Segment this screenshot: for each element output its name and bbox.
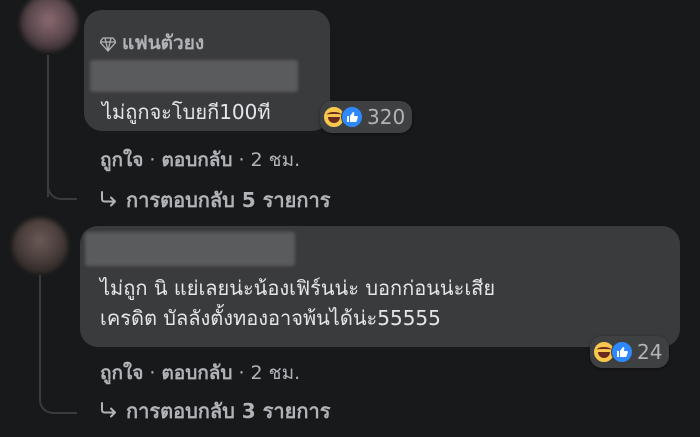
diamond-icon xyxy=(99,35,117,52)
author-name-redacted[interactable] xyxy=(90,60,298,92)
like-button[interactable]: ถูกใจ xyxy=(100,149,143,171)
badge-label: แฟนตัวยง xyxy=(122,32,205,54)
reaction-count: 24 xyxy=(637,340,663,364)
thread-line xyxy=(39,275,41,395)
avatar[interactable] xyxy=(20,0,78,52)
comment-actions: ถูกใจ · ตอบกลับ · 2 ชม. xyxy=(100,149,301,171)
author-name-redacted[interactable] xyxy=(85,232,295,266)
reaction-summary[interactable]: 24 xyxy=(590,336,670,368)
timestamp[interactable]: 2 ชม. xyxy=(251,149,301,171)
comment-text-line: เครดิต บัลลังตั้งทองอาจพ้นได้น่ะ55555 xyxy=(100,306,441,330)
like-reaction-icon xyxy=(611,341,633,363)
replies-label: การตอบกลับ 3 รายการ xyxy=(126,399,331,423)
comment-text: ไม่ถูกจะโบยกี100ที xyxy=(102,100,271,124)
timestamp[interactable]: 2 ชม. xyxy=(251,362,301,384)
reply-arrow-icon xyxy=(100,188,118,212)
reply-button[interactable]: ตอบกลับ xyxy=(161,149,232,171)
thread-line-curve xyxy=(47,170,77,200)
thread-line-curve xyxy=(39,384,77,414)
comment-text-line: ไม่ถูก นิ แย่เลยน่ะน้องเฟิร์นน่ะ บอกก่อน… xyxy=(100,276,496,300)
reaction-count: 320 xyxy=(367,105,406,129)
reaction-summary[interactable]: 320 xyxy=(320,101,413,133)
top-fan-badge: แฟนตัวยง xyxy=(99,28,205,58)
view-replies-link[interactable]: การตอบกลับ 3 รายการ xyxy=(100,395,330,427)
like-button[interactable]: ถูกใจ xyxy=(100,362,143,384)
avatar[interactable] xyxy=(12,218,68,274)
replies-label: การตอบกลับ 5 รายการ xyxy=(126,188,331,212)
view-replies-link[interactable]: การตอบกลับ 5 รายการ xyxy=(100,184,330,216)
reply-arrow-icon xyxy=(100,399,118,423)
comment-text: ไม่ถูก นิ แย่เลยน่ะน้องเฟิร์นน่ะ บอกก่อน… xyxy=(100,273,495,333)
comment-actions: ถูกใจ · ตอบกลับ · 2 ชม. xyxy=(100,362,301,384)
reply-button[interactable]: ตอบกลับ xyxy=(161,362,232,384)
like-reaction-icon xyxy=(341,106,363,128)
